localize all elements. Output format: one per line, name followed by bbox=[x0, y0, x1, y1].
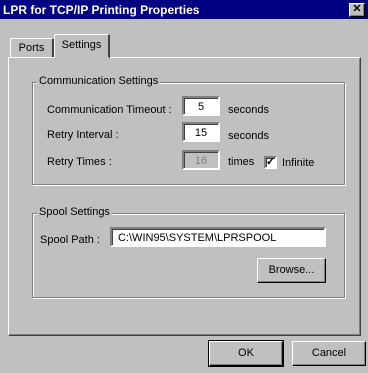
browse-button-label: Browse... bbox=[268, 264, 315, 276]
infinite-label[interactable]: Infinite bbox=[282, 157, 314, 169]
infinite-checkbox[interactable]: ✓ bbox=[264, 156, 277, 169]
close-icon: ✕ bbox=[352, 3, 362, 15]
title-bar: LPR for TCP/IP Printing Properties ✕ bbox=[0, 0, 368, 19]
communication-timeout-input[interactable]: 5 bbox=[182, 96, 220, 116]
ok-button-label: OK bbox=[238, 347, 254, 359]
tab-ports[interactable]: Ports bbox=[10, 38, 54, 58]
retry-times-input[interactable]: 16 bbox=[182, 150, 220, 170]
browse-button[interactable]: Browse... bbox=[257, 258, 326, 283]
check-icon: ✓ bbox=[266, 156, 276, 168]
tab-settings[interactable]: Settings bbox=[54, 34, 110, 60]
spool-settings-label: Spool Settings bbox=[37, 206, 112, 218]
ok-button[interactable]: OK bbox=[208, 340, 284, 367]
retry-interval-unit: seconds bbox=[228, 130, 269, 142]
tab-ports-label: Ports bbox=[18, 42, 45, 54]
retry-times-label: Retry Times : bbox=[47, 156, 112, 168]
retry-interval-label: Retry Interval : bbox=[47, 129, 119, 141]
spool-path-label: Spool Path : bbox=[40, 234, 100, 246]
retry-times-unit: times bbox=[228, 156, 255, 168]
retry-interval-input[interactable]: 15 bbox=[182, 122, 220, 142]
window-title: LPR for TCP/IP Printing Properties bbox=[3, 3, 200, 17]
spool-path-input[interactable]: C:\WIN95\SYSTEM\LPRSPOOL bbox=[110, 227, 326, 247]
communication-timeout-unit: seconds bbox=[228, 104, 269, 116]
cancel-button-label: Cancel bbox=[311, 347, 347, 359]
tab-settings-label: Settings bbox=[61, 39, 102, 51]
cancel-button[interactable]: Cancel bbox=[292, 341, 366, 366]
spool-settings-group bbox=[32, 213, 345, 298]
communication-settings-label: Communication Settings bbox=[37, 75, 161, 87]
communication-timeout-label: Communication Timeout : bbox=[47, 104, 172, 116]
close-button[interactable]: ✕ bbox=[349, 3, 365, 17]
